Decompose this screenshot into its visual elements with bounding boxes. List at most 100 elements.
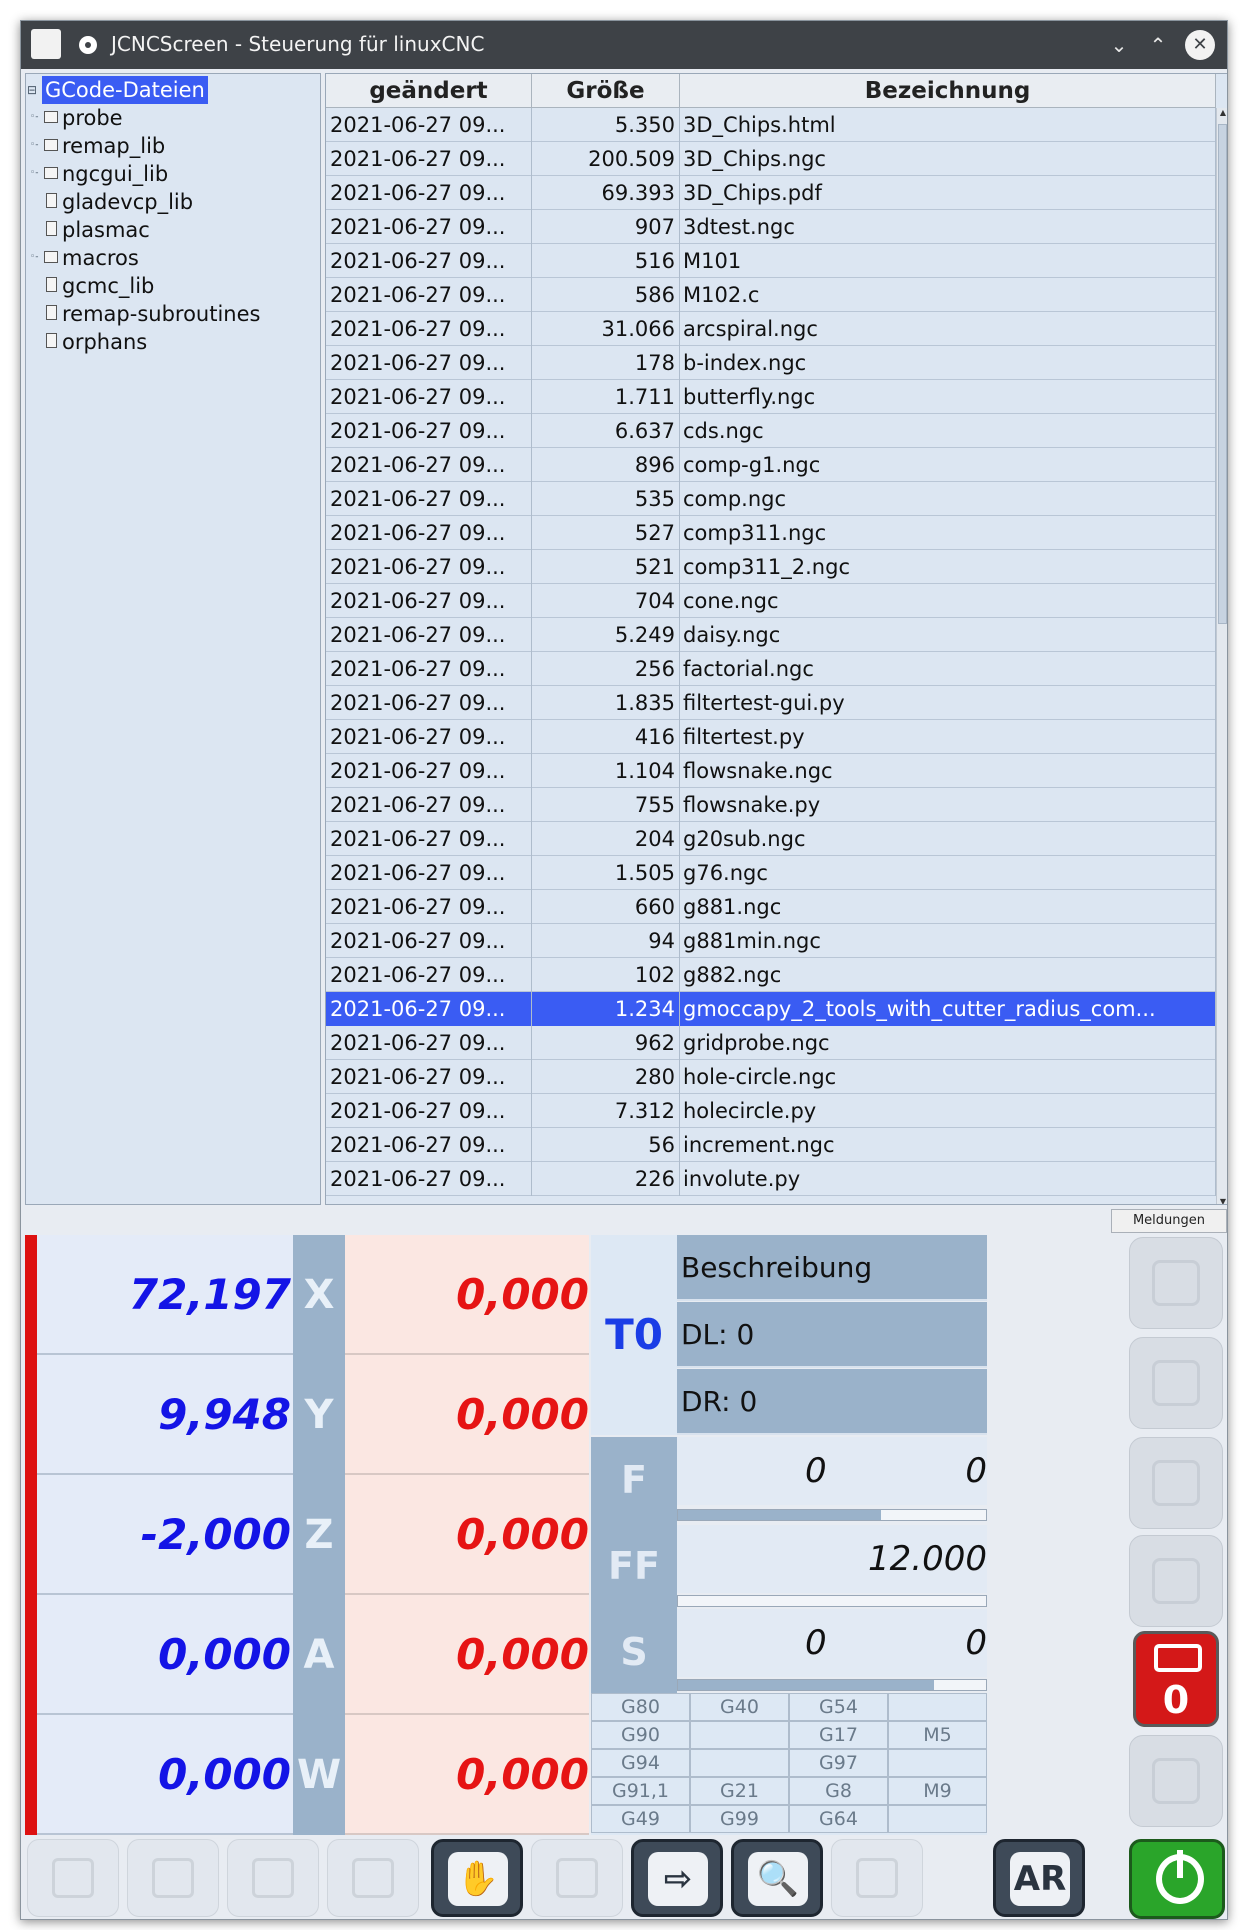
- table-row[interactable]: 2021-06-27 09... 178 b-index.ngc: [326, 346, 1216, 380]
- table-row[interactable]: 2021-06-27 09... 1.711 butterfly.ngc: [326, 380, 1216, 414]
- axis-position[interactable]: 72,197: [37, 1235, 293, 1355]
- table-row[interactable]: 2021-06-27 09... 535 comp.ngc: [326, 482, 1216, 516]
- table-row[interactable]: 2021-06-27 09... 907 3dtest.ngc: [326, 210, 1216, 244]
- cell-name: comp311.ngc: [680, 516, 1216, 550]
- tree-root-label[interactable]: GCode-Dateien: [42, 76, 208, 104]
- feed-override-bar[interactable]: [677, 1509, 987, 1521]
- table-row[interactable]: 2021-06-27 09... 1.104 flowsnake.ngc: [326, 754, 1216, 788]
- tree-item[interactable]: ◦- probe: [26, 104, 320, 132]
- table-row[interactable]: 2021-06-27 09... 5.249 daisy.ngc: [326, 618, 1216, 652]
- minimize-icon[interactable]: ⌄: [1104, 30, 1134, 60]
- mdi-mode-button[interactable]: [531, 1839, 623, 1917]
- table-row[interactable]: 2021-06-27 09... 704 cone.ngc: [326, 584, 1216, 618]
- expand-icon[interactable]: ◦-: [30, 252, 39, 262]
- table-body[interactable]: 2021-06-27 09... 5.350 3D_Chips.html 2021-0…: [326, 108, 1216, 1204]
- table-row[interactable]: 2021-06-27 09... 204 g20sub.ngc: [326, 822, 1216, 856]
- gcode-cell: G21: [690, 1777, 789, 1805]
- table-row[interactable]: 2021-06-27 09... 1.835 filtertest-gui.py: [326, 686, 1216, 720]
- column-header-modified[interactable]: geändert: [326, 74, 532, 108]
- table-row[interactable]: 2021-06-27 09... 896 comp-g1.ngc: [326, 448, 1216, 482]
- tree-item[interactable]: gcmc_lib: [26, 272, 320, 300]
- auto-reset-button[interactable]: AR: [993, 1839, 1085, 1917]
- gcode-cell: M5: [888, 1721, 987, 1749]
- spindle-cw-button[interactable]: [1129, 1535, 1223, 1627]
- table-row[interactable]: 2021-06-27 09... 256 factorial.ngc: [326, 652, 1216, 686]
- table-row[interactable]: 2021-06-27 09... 416 filtertest.py: [326, 720, 1216, 754]
- axis-position[interactable]: 0,000: [37, 1715, 293, 1835]
- axis-position[interactable]: 0,000: [37, 1595, 293, 1715]
- table-row[interactable]: 2021-06-27 09... 1.234 gmoccapy_2_tools_wi…: [326, 992, 1216, 1026]
- spindle-stop-button[interactable]: 0: [1133, 1631, 1219, 1727]
- rapid-override-bar[interactable]: [677, 1595, 987, 1607]
- table-row[interactable]: 2021-06-27 09... 94 g881min.ngc: [326, 924, 1216, 958]
- spindle-override-bar[interactable]: [677, 1679, 987, 1691]
- tree-item[interactable]: gladevcp_lib: [26, 188, 320, 216]
- folder-tree[interactable]: ⊟ GCode-Dateien ◦- probe ◦- remap_lib ◦- ngcg…: [25, 73, 321, 1205]
- axis-position[interactable]: -2,000: [37, 1475, 293, 1595]
- scroll-down-icon[interactable]: ▼: [1217, 1197, 1227, 1204]
- scrollbar-thumb[interactable]: [1218, 124, 1227, 624]
- messages-button[interactable]: Meldungen: [1111, 1209, 1227, 1233]
- cell-size: 102: [532, 958, 680, 992]
- coolant-button[interactable]: [1129, 1337, 1223, 1429]
- collapse-icon[interactable]: ⊟: [27, 84, 37, 96]
- manual-mode-button[interactable]: ✋: [431, 1839, 523, 1917]
- mist-button[interactable]: [1129, 1437, 1223, 1529]
- table-row[interactable]: 2021-06-27 09... 755 flowsnake.py: [326, 788, 1216, 822]
- table-row[interactable]: 2021-06-27 09... 102 g882.ngc: [326, 958, 1216, 992]
- maximize-icon[interactable]: ⌃: [1143, 30, 1173, 60]
- tool-offset-button[interactable]: [831, 1839, 923, 1917]
- table-row[interactable]: 2021-06-27 09... 516 M101: [326, 244, 1216, 278]
- cycle-start-button[interactable]: [27, 1839, 119, 1917]
- file-edit-button[interactable]: 🔍: [731, 1839, 823, 1917]
- table-row[interactable]: 2021-06-27 09... 521 comp311_2.ngc: [326, 550, 1216, 584]
- stop-program-button[interactable]: [227, 1839, 319, 1917]
- pause-button[interactable]: [127, 1839, 219, 1917]
- rapid-feed-label: FF: [591, 1523, 677, 1609]
- tree-item[interactable]: remap-subroutines: [26, 300, 320, 328]
- tree-item[interactable]: ◦- ngcgui_lib: [26, 160, 320, 188]
- tree-item-label: remap-subroutines: [62, 302, 261, 326]
- expand-icon[interactable]: ◦-: [30, 168, 39, 178]
- tree-item[interactable]: orphans: [26, 328, 320, 356]
- table-row[interactable]: 2021-06-27 09... 527 comp311.ngc: [326, 516, 1216, 550]
- table-row[interactable]: 2021-06-27 09... 5.350 3D_Chips.html: [326, 108, 1216, 142]
- table-row[interactable]: 2021-06-27 09... 31.066 arcspiral.ngc: [326, 312, 1216, 346]
- power-button[interactable]: [1129, 1839, 1225, 1919]
- expand-icon[interactable]: ◦-: [30, 140, 39, 150]
- tree-item[interactable]: ◦- macros: [26, 244, 320, 272]
- table-row[interactable]: 2021-06-27 09... 6.637 cds.ngc: [326, 414, 1216, 448]
- step-button[interactable]: [327, 1839, 419, 1917]
- cell-modified: 2021-06-27 09...: [326, 1026, 532, 1060]
- expand-icon[interactable]: ◦-: [30, 112, 39, 122]
- spindle-override-fill: [678, 1680, 934, 1690]
- table-row[interactable]: 2021-06-27 09... 962 gridprobe.ngc: [326, 1026, 1216, 1060]
- cell-size: 416: [532, 720, 680, 754]
- auto-mode-button[interactable]: ⇨: [631, 1839, 723, 1917]
- table-row[interactable]: 2021-06-27 09... 660 g881.ngc: [326, 890, 1216, 924]
- column-header-size[interactable]: Größe: [532, 74, 680, 108]
- scroll-up-icon[interactable]: ▲: [1217, 108, 1227, 117]
- cell-modified: 2021-06-27 09...: [326, 788, 532, 822]
- feed-panel: F 0 0 FF 12.000 S 0 0: [591, 1437, 987, 1695]
- axis-position[interactable]: 9,948: [37, 1355, 293, 1475]
- table-row[interactable]: 2021-06-27 09... 69.393 3D_Chips.pdf: [326, 176, 1216, 210]
- table-row[interactable]: 2021-06-27 09... 586 M102.c: [326, 278, 1216, 312]
- tree-item[interactable]: plasmac: [26, 216, 320, 244]
- table-row[interactable]: 2021-06-27 09... 280 hole-circle.ngc: [326, 1060, 1216, 1094]
- file-table[interactable]: geändert Größe Bezeichnung 2021-06-27 09…: [325, 73, 1227, 1205]
- tree-item[interactable]: ◦- remap_lib: [26, 132, 320, 160]
- table-row[interactable]: 2021-06-27 09... 200.509 3D_Chips.ngc: [326, 142, 1216, 176]
- table-row[interactable]: 2021-06-27 09... 1.505 g76.ngc: [326, 856, 1216, 890]
- mdi-button[interactable]: [1129, 1237, 1223, 1329]
- vertical-scrollbar[interactable]: ▲ ▼: [1216, 108, 1227, 1204]
- column-header-name[interactable]: Bezeichnung: [680, 74, 1216, 108]
- spindle-ccw-button[interactable]: [1129, 1735, 1223, 1827]
- table-row[interactable]: 2021-06-27 09... 226 involute.py: [326, 1162, 1216, 1196]
- pin-icon[interactable]: [79, 36, 97, 54]
- table-row[interactable]: 2021-06-27 09... 7.312 holecircle.py: [326, 1094, 1216, 1128]
- table-row[interactable]: 2021-06-27 09... 56 increment.ngc: [326, 1128, 1216, 1162]
- app-icon[interactable]: [31, 29, 61, 59]
- close-icon[interactable]: ✕: [1185, 30, 1215, 60]
- tree-root[interactable]: ⊟ GCode-Dateien: [26, 76, 320, 104]
